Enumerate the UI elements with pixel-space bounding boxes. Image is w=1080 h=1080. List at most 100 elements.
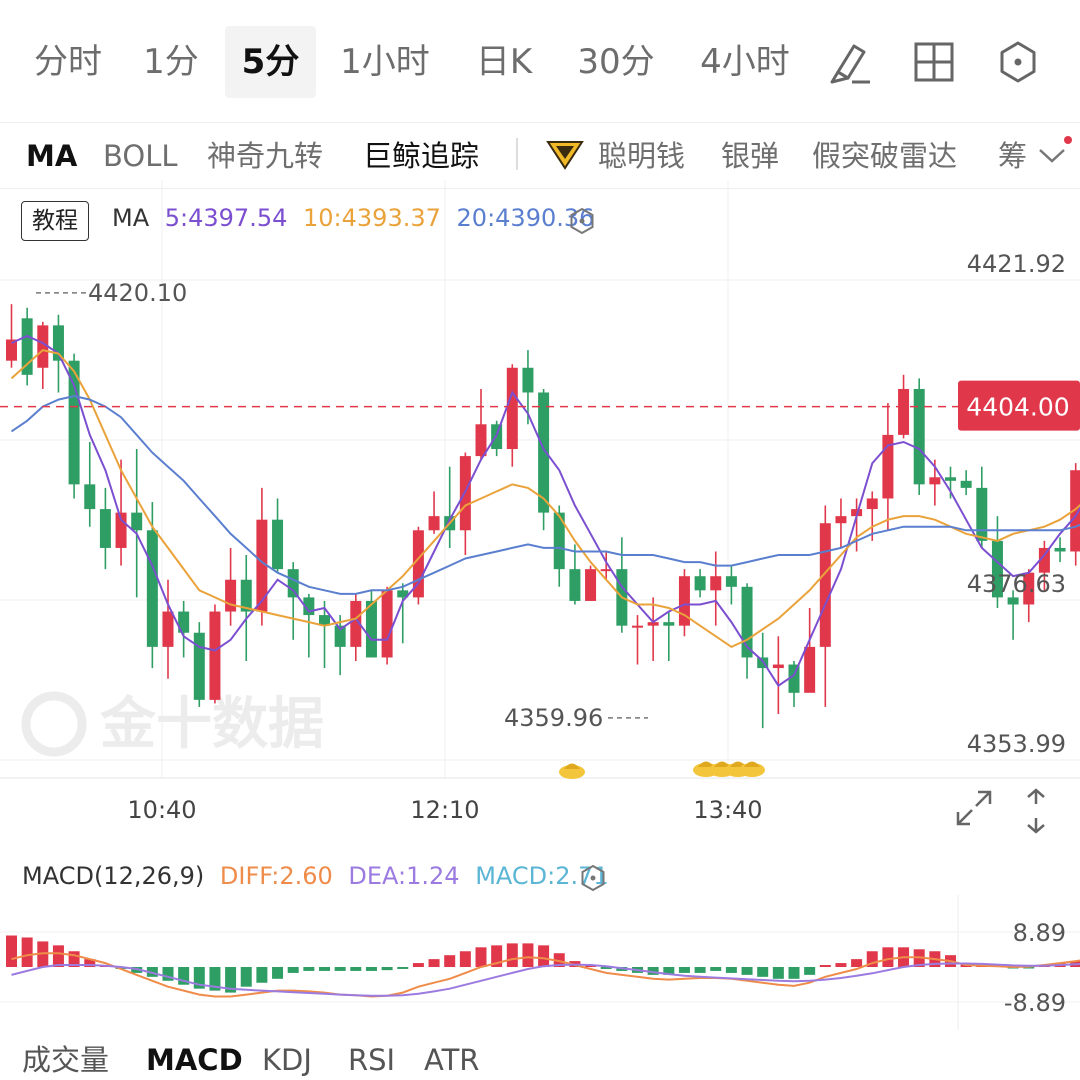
macd-histogram-bar — [820, 965, 831, 967]
candle-body — [366, 601, 377, 658]
tab-atr[interactable]: ATR — [424, 1040, 479, 1080]
candle-body — [929, 477, 940, 484]
macd-y-tick-label: -8.89 — [1004, 989, 1066, 1017]
macd-histogram-bar — [429, 959, 440, 967]
candle-body — [804, 647, 815, 693]
high-marker-label: 4420.10 — [88, 279, 187, 307]
macd-histogram-bar — [538, 945, 549, 967]
tab-rsi[interactable]: RSI — [348, 1040, 395, 1080]
macd-histogram-bar — [695, 967, 706, 973]
y-tick-label: 4353.99 — [967, 730, 1066, 758]
indicator-magic-nine[interactable]: 神奇九转 — [207, 132, 323, 180]
candle-body — [1055, 548, 1066, 552]
macd-histogram-bar — [679, 967, 690, 973]
macd-histogram-bar — [272, 967, 283, 979]
candle-body — [726, 576, 737, 587]
macd-y-tick-label: 8.89 — [1013, 919, 1066, 947]
macd-histogram-bar — [804, 967, 815, 975]
indicator-ma[interactable]: MA — [26, 132, 77, 180]
candle-body — [773, 665, 784, 669]
candle-body — [961, 481, 972, 488]
candlestick-chart[interactable]: 金十数据 4421.924376.634353.994420.104359.96… — [0, 180, 1080, 840]
macd-histogram-bar — [726, 967, 737, 973]
settings-hexagon-icon[interactable] — [994, 38, 1042, 86]
vertical-scale-icon[interactable] — [1016, 786, 1056, 836]
indicator-fake-breakout-radar[interactable]: 假突破雷达 — [812, 132, 957, 180]
candle-body — [507, 368, 518, 449]
macd-settings-icon[interactable] — [578, 863, 608, 893]
tab-kdj[interactable]: KDJ — [262, 1040, 312, 1080]
tab-5min[interactable]: 5分 — [225, 26, 316, 98]
candle-body — [288, 569, 299, 597]
tab-1min[interactable]: 1分 — [138, 26, 204, 98]
macd-histogram-bar — [507, 943, 518, 967]
indicator-whale-tracking[interactable]: 巨鲸追踪 — [363, 132, 479, 180]
fullscreen-icon[interactable] — [952, 786, 996, 830]
macd-histogram-bar — [303, 967, 314, 971]
dea-value: DEA:1.24 — [348, 862, 459, 890]
macd-histogram-bar — [476, 947, 487, 967]
x-tick-label: 13:40 — [693, 796, 762, 824]
candle-body — [898, 389, 909, 435]
macd-histogram-bar — [460, 951, 471, 967]
macd-histogram-bar — [710, 967, 721, 971]
macd-histogram-bar — [241, 967, 252, 987]
low-marker-label: 4359.96 — [504, 704, 603, 732]
macd-legend-label: MACD(12,26,9) — [22, 862, 204, 890]
candle-body — [147, 530, 158, 647]
tab-30min[interactable]: 30分 — [570, 26, 662, 98]
macd-histogram-bar — [335, 967, 346, 971]
candle-body — [835, 516, 846, 523]
macd-histogram-bar — [6, 936, 17, 967]
macd-histogram-bar — [22, 937, 33, 967]
layout-grid-icon[interactable] — [910, 38, 958, 86]
indicator-boll[interactable]: BOLL — [103, 132, 178, 180]
macd-histogram-bar — [522, 943, 533, 967]
tab-volume[interactable]: 成交量 — [22, 1040, 109, 1080]
watermark-text: 金十数据 — [99, 692, 324, 757]
diamond-vip-icon — [544, 136, 586, 172]
candle-body — [131, 513, 142, 531]
candle-body — [585, 569, 596, 601]
macd-histogram-bar — [835, 963, 846, 967]
macd-histogram-bar — [773, 967, 784, 979]
macd-histogram-bar — [366, 967, 377, 971]
drawing-tool-icon[interactable] — [824, 38, 872, 86]
macd-histogram-bar — [288, 967, 299, 973]
candle-body — [429, 516, 440, 530]
candle-body — [914, 389, 925, 484]
x-tick-label: 12:10 — [410, 796, 479, 824]
macd-histogram-bar — [256, 967, 267, 983]
candle-body — [632, 626, 643, 628]
macd-histogram-bar — [444, 955, 455, 967]
candle-body — [976, 488, 987, 541]
macd-histogram-bar — [413, 963, 424, 967]
indicator-silver-bullet[interactable]: 银弹 — [721, 132, 779, 180]
candle-body — [272, 520, 283, 569]
tab-intraday[interactable]: 分时 — [28, 26, 108, 98]
watermark: 金十数据 — [26, 692, 324, 757]
tab-macd[interactable]: MACD — [146, 1040, 243, 1080]
candle-body — [476, 424, 487, 456]
candle-body — [710, 576, 721, 590]
candle-body — [194, 633, 205, 700]
tab-4hour[interactable]: 4小时 — [694, 26, 796, 98]
chevron-down-icon[interactable] — [1034, 136, 1074, 172]
macd-histogram-bar — [882, 947, 893, 967]
macd-histogram-bar — [851, 959, 862, 967]
candle-body — [945, 477, 956, 481]
indicator-smart-money[interactable]: 聪明钱 — [598, 132, 685, 180]
period-tab-bar: 分时 1分 5分 1小时 日K 30分 4小时 — [0, 0, 1080, 123]
tab-1hour[interactable]: 1小时 — [336, 26, 434, 98]
macd-histogram-bar — [382, 967, 393, 970]
candle-body — [225, 580, 236, 612]
gold-ingot-icon — [559, 764, 585, 780]
indicator-chips[interactable]: 筹 — [998, 132, 1027, 180]
macd-chart[interactable]: 8.89 -8.89 — [0, 895, 1080, 1035]
candle-body — [382, 590, 393, 657]
x-tick-label: 10:40 — [127, 796, 196, 824]
macd-histogram-bar — [319, 967, 330, 971]
tab-daily-k[interactable]: 日K — [468, 26, 540, 98]
y-tick-label: 4376.63 — [967, 570, 1066, 598]
candle-body — [569, 569, 580, 601]
